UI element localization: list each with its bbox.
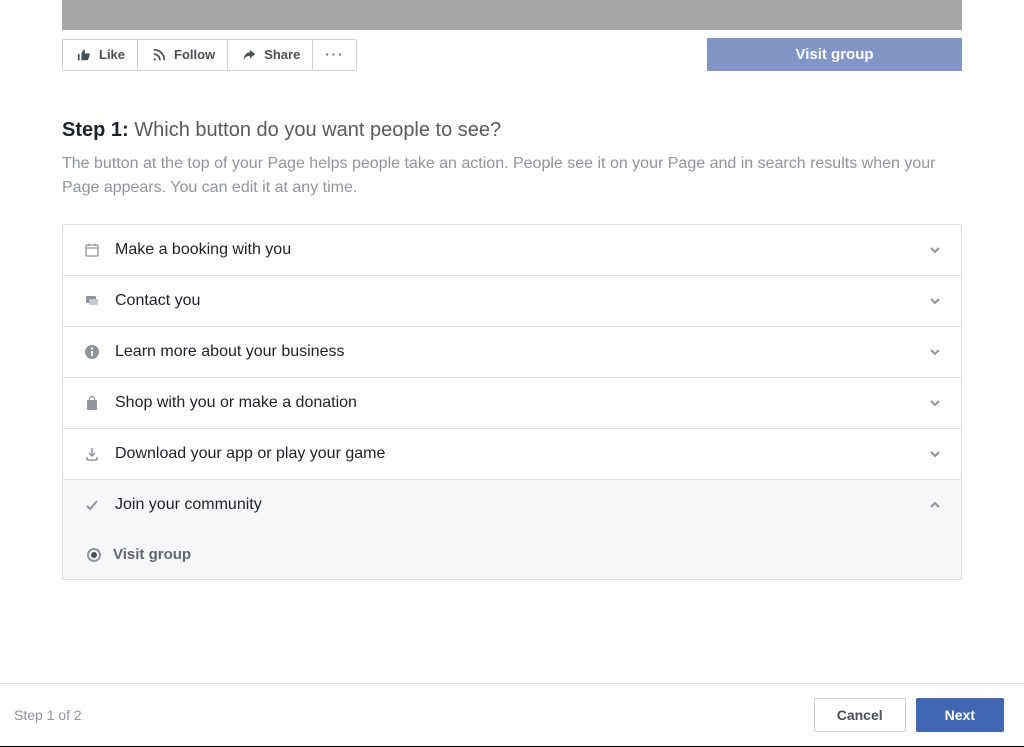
share-icon <box>240 46 258 64</box>
option-join-community[interactable]: Join your community <box>63 479 961 530</box>
option-shop-donate[interactable]: Shop with you or make a donation <box>63 377 961 428</box>
option-label: Download your app or play your game <box>115 445 915 463</box>
option-label: Make a booking with you <box>115 241 915 259</box>
visit-group-label: Visit group <box>795 46 873 63</box>
download-icon <box>83 445 101 463</box>
ellipsis-icon: ··· <box>325 47 344 62</box>
check-icon <box>83 496 101 514</box>
cancel-button[interactable]: Cancel <box>814 698 906 732</box>
chevron-down-icon <box>929 295 941 307</box>
cta-option-accordion: Make a booking with you Contact you Le <box>62 224 962 580</box>
radio-selected-icon <box>87 548 101 562</box>
option-learn-more[interactable]: Learn more about your business <box>63 326 961 377</box>
footer-step-indicator: Step 1 of 2 <box>14 707 82 723</box>
next-label: Next <box>945 707 975 723</box>
follow-button[interactable]: Follow <box>138 40 228 70</box>
like-label: Like <box>99 47 125 62</box>
cover-placeholder <box>62 0 962 30</box>
share-label: Share <box>264 47 300 62</box>
next-button[interactable]: Next <box>916 698 1004 732</box>
info-icon <box>83 343 101 361</box>
option-label: Join your community <box>115 496 915 514</box>
option-make-booking[interactable]: Make a booking with you <box>63 225 961 275</box>
chevron-up-icon <box>929 499 941 511</box>
more-button[interactable]: ··· <box>313 40 356 70</box>
suboption-label: Visit group <box>113 546 191 563</box>
option-download-app[interactable]: Download your app or play your game <box>63 428 961 479</box>
chevron-down-icon <box>929 244 941 256</box>
cancel-label: Cancel <box>837 707 883 723</box>
step-heading: Step 1: Which button do you want people … <box>62 119 962 142</box>
option-label: Learn more about your business <box>115 343 915 361</box>
thumb-up-icon <box>75 46 93 64</box>
page-action-button-group: Like Follow Share ··· <box>62 39 357 71</box>
rss-icon <box>150 46 168 64</box>
like-button[interactable]: Like <box>63 40 138 70</box>
dialog-footer: Step 1 of 2 Cancel Next <box>0 683 1024 746</box>
page-action-bar: Like Follow Share ··· Visit group <box>62 38 962 71</box>
chat-icon <box>83 292 101 310</box>
chevron-down-icon <box>929 346 941 358</box>
option-contact[interactable]: Contact you <box>63 275 961 326</box>
visit-group-button[interactable]: Visit group <box>707 38 962 71</box>
share-button[interactable]: Share <box>228 40 313 70</box>
bag-icon <box>83 394 101 412</box>
option-label: Shop with you or make a donation <box>115 394 915 412</box>
step-description: The button at the top of your Page helps… <box>62 152 962 200</box>
step-question: Which button do you want people to see? <box>134 119 501 141</box>
follow-label: Follow <box>174 47 215 62</box>
chevron-down-icon <box>929 397 941 409</box>
option-label: Contact you <box>115 292 915 310</box>
calendar-icon <box>83 241 101 259</box>
main-content: Step 1: Which button do you want people … <box>62 119 962 580</box>
suboption-visit-group[interactable]: Visit group <box>63 530 961 579</box>
chevron-down-icon <box>929 448 941 460</box>
step-label: Step 1: <box>62 119 129 141</box>
